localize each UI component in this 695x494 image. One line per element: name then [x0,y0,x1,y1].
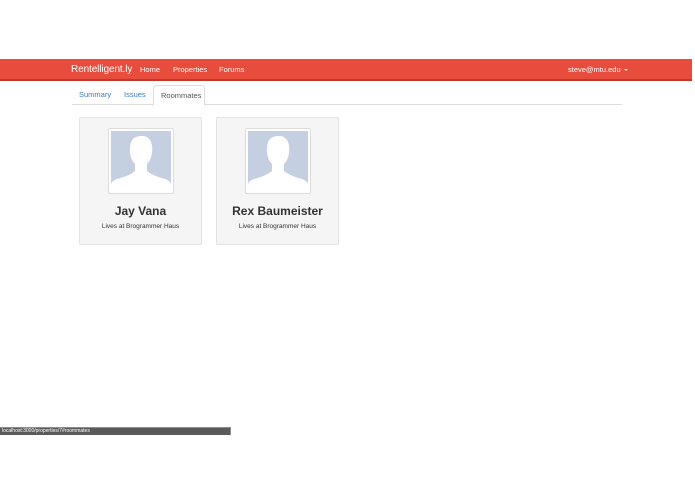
browser-viewport: Rentelligent.ly Home Properties Forums s… [0,0,692,435]
caret-down-icon [623,69,628,72]
user-menu-dropdown[interactable]: steve@mtu.edu [568,65,628,74]
avatar [245,128,311,194]
default-profile-icon [248,131,308,191]
roommate-card: Jay Vana Lives at Brogrammer Haus [79,117,202,245]
top-navbar: Rentelligent.ly Home Properties Forums s… [0,59,692,81]
browser-status-bar: localhost:3000/properties/7#roommates [0,427,231,435]
default-profile-icon [111,131,171,191]
nav-properties-link[interactable]: Properties [173,65,207,74]
user-email: steve@mtu.edu [568,65,621,74]
avatar [108,128,174,194]
nav-forums-link[interactable]: Forums [219,65,244,74]
roommate-name[interactable]: Jay Vana [80,204,201,218]
roommate-residence: Lives at Brogrammer Haus [238,223,317,230]
status-url: localhost:3000/properties/7#roommates [2,428,90,434]
brand-link[interactable]: Rentelligent.ly [71,64,132,75]
nav-home-link[interactable]: Home [140,65,160,74]
roommate-name[interactable]: Rex Baumeister [217,204,338,218]
tab-summary[interactable]: Summary [72,85,118,105]
tab-issues[interactable]: Issues [117,85,153,105]
roommate-residence: Lives at Brogrammer Haus [101,223,180,230]
property-tabs: Summary Issues Roommates [72,85,622,106]
roommate-card: Rex Baumeister Lives at Brogrammer Haus [216,117,339,245]
tab-roommates[interactable]: Roommates [153,85,205,106]
